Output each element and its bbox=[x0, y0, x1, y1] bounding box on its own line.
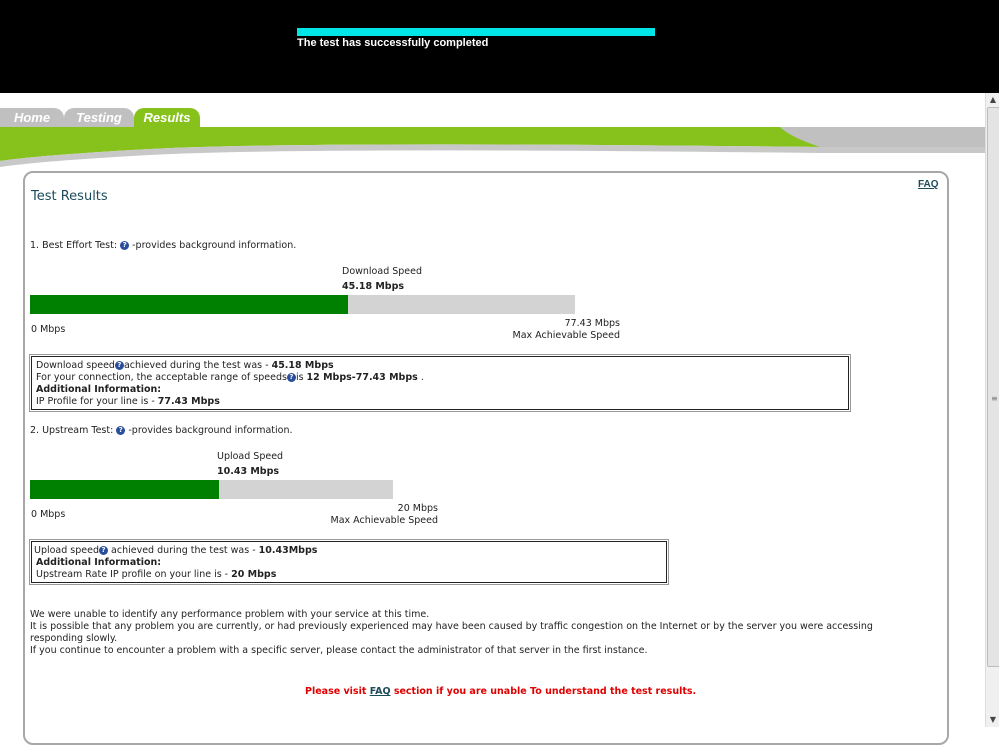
upload-info-box: Upload speed? achieved during the test w… bbox=[29, 539, 669, 585]
range-info-line: For your connection, the acceptable rang… bbox=[36, 372, 424, 383]
download-speed-value: 45.18 Mbps bbox=[342, 281, 405, 292]
download-info-line: Download speed? achieved during the test … bbox=[36, 360, 334, 371]
faq-inline-link[interactable]: FAQ bbox=[370, 686, 391, 697]
note-line: responding slowly. bbox=[30, 633, 118, 644]
tab-testing[interactable]: Testing bbox=[64, 108, 134, 127]
download-speed-label: Download Speed bbox=[342, 266, 423, 277]
upload-speed-bar bbox=[30, 480, 393, 499]
ip-profile-line: IP Profile for your line is - 77.43 Mbps bbox=[36, 396, 220, 407]
upload-speed-value: 10.43 Mbps bbox=[217, 466, 280, 477]
grip-icon: ≡ bbox=[991, 394, 998, 403]
help-icon[interactable]: ? bbox=[99, 546, 109, 555]
help-icon[interactable]: ? bbox=[286, 373, 296, 382]
tab-home[interactable]: Home bbox=[0, 108, 64, 127]
download-speed-fill bbox=[30, 295, 348, 314]
download-speed-bar bbox=[30, 295, 575, 314]
results-panel bbox=[23, 171, 949, 745]
upstream-profile-line: Upstream Rate IP profile on your line is… bbox=[36, 569, 277, 580]
download-info-box: Download speed? achieved during the test … bbox=[29, 354, 851, 412]
faq-link[interactable]: FAQ bbox=[918, 179, 939, 190]
download-min-label: 0 Mbps bbox=[31, 324, 66, 335]
scrollbar-thumb[interactable]: ≡ bbox=[987, 107, 999, 667]
faq-prompt: Please visit FAQ section if you are unab… bbox=[305, 686, 697, 697]
scroll-up-arrow-icon[interactable]: ▲ bbox=[986, 93, 999, 107]
note-line: We were unable to identify any performan… bbox=[30, 609, 430, 620]
upload-info-line: Upload speed? achieved during the test w… bbox=[34, 545, 318, 556]
additional-info-heading: Additional Information: bbox=[36, 384, 162, 395]
help-icon[interactable]: ? bbox=[120, 241, 130, 250]
additional-info-heading: Additional Information: bbox=[36, 557, 162, 568]
vertical-scrollbar[interactable]: ▲ ≡ ▼ bbox=[985, 93, 999, 727]
upload-max-value: 20 Mbps bbox=[397, 503, 438, 514]
upload-min-label: 0 Mbps bbox=[31, 509, 66, 520]
header-bar bbox=[0, 0, 999, 93]
download-max-value: 77.43 Mbps bbox=[564, 318, 620, 329]
tab-results[interactable]: Results bbox=[134, 108, 200, 127]
page-title: Test Results bbox=[31, 189, 108, 204]
note-line: It is possible that any problem you are … bbox=[30, 621, 873, 632]
header-swoosh bbox=[0, 127, 986, 167]
upstream-heading: 2. Upstream Test: ? -provides background… bbox=[30, 425, 293, 436]
note-line: If you continue to encounter a problem w… bbox=[30, 645, 648, 656]
upload-max-label: Max Achievable Speed bbox=[330, 515, 438, 526]
help-icon[interactable]: ? bbox=[114, 361, 124, 370]
status-message: The test has successfully completed bbox=[297, 37, 489, 49]
test-progress-bar bbox=[297, 28, 655, 36]
upload-speed-label: Upload Speed bbox=[217, 451, 284, 462]
help-icon[interactable]: ? bbox=[116, 426, 126, 435]
upload-speed-fill bbox=[30, 480, 219, 499]
best-effort-heading: 1. Best Effort Test: ? -provides backgro… bbox=[30, 240, 297, 251]
scroll-down-arrow-icon[interactable]: ▼ bbox=[986, 713, 999, 727]
download-max-label: Max Achievable Speed bbox=[512, 330, 620, 341]
